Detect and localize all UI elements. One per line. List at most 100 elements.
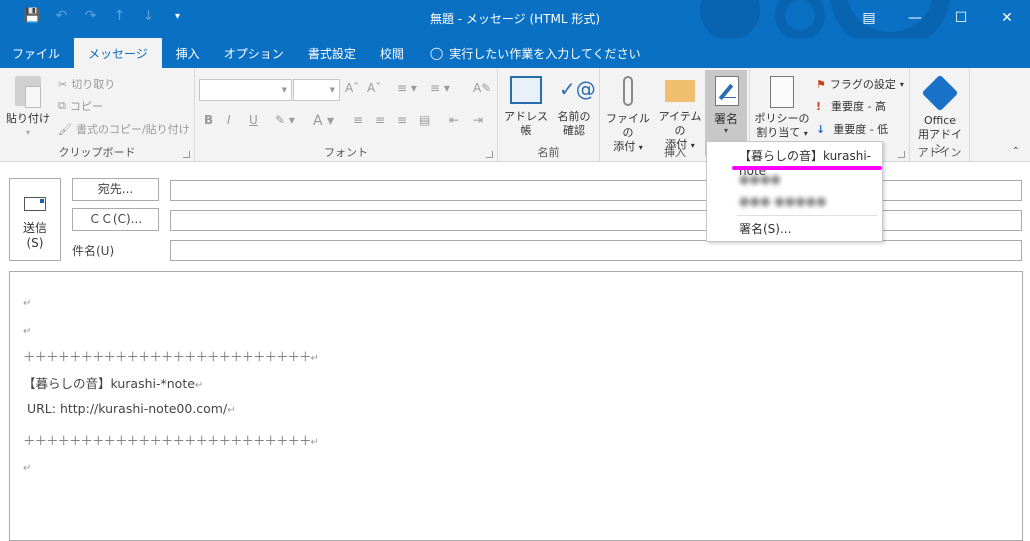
tab-format[interactable]: 書式設定 [296, 38, 368, 68]
paintbrush-icon: 🖌 [58, 122, 72, 136]
italic-icon[interactable]: I [227, 113, 231, 127]
cut-label: 切り取り [71, 78, 116, 91]
body-line: ↵ [23, 294, 31, 309]
return-mark: ↵ [310, 437, 319, 448]
close-icon[interactable]: ✕ [984, 0, 1030, 36]
office-addins-icon [921, 74, 959, 112]
tab-review[interactable]: 校閲 [368, 38, 416, 68]
scissors-icon: ✂ [58, 77, 68, 91]
lightbulb-icon: ◯ [429, 46, 444, 60]
body-line: URL: http://kurashi-note00.com/↵ [23, 401, 236, 416]
to-button[interactable]: 宛先... [72, 178, 159, 201]
tab-insert[interactable]: 挿入 [164, 38, 212, 68]
underline-icon[interactable]: U [249, 113, 258, 127]
title-bar: 💾 ↶ ↷ ↑ ↓ ▾ 無題 - メッセージ (HTML 形式) ▤ — ☐ ✕ [0, 0, 1030, 38]
cut-button[interactable]: ✂ 切り取り [58, 76, 115, 92]
paperclip-icon [623, 76, 633, 106]
subject-input[interactable] [170, 240, 1022, 261]
signature-menu-item-redacted[interactable]: ●●●● [739, 172, 781, 186]
high-importance-button[interactable]: ! 重要度 - 高 [816, 98, 886, 114]
send-envelope-icon [24, 197, 46, 211]
window-controls: ▤ — ☐ ✕ [846, 0, 1030, 36]
signature-menu: 【暮らしの音】kurashi-note ●●●● ●●● ●●●●● 署名(S)… [706, 141, 883, 242]
increase-indent-icon[interactable]: ⇥ [473, 113, 483, 127]
align-left-icon[interactable]: ≡ [353, 113, 363, 127]
format-painter-label: 書式のコピー/貼り付け [75, 123, 190, 136]
check-names-button[interactable]: ✓@ 名前の 確認 [552, 72, 596, 138]
signature-menu-item-redacted[interactable]: ●●● ●●●●● [739, 194, 827, 208]
highlight-icon[interactable]: ✎ ▾ [275, 113, 295, 127]
send-label: 送信 [22, 221, 47, 235]
bold-icon[interactable]: B [204, 113, 213, 127]
group-clipboard: 貼り付け ▾ ✂ 切り取り ⧉ コピー 🖌 書式のコピー/貼り付け クリップボード [0, 68, 195, 162]
copy-icon: ⧉ [58, 99, 66, 112]
chevron-down-icon: ▾ [25, 128, 30, 137]
policy-icon [770, 76, 794, 108]
cc-button[interactable]: ＣＣ(C)... [72, 208, 159, 231]
to-input[interactable] [170, 180, 1022, 201]
group-names: アドレス帳 ✓@ 名前の 確認 名前 [498, 68, 600, 162]
align-right-icon[interactable]: ≡ [397, 113, 407, 127]
clear-formatting-icon[interactable]: A✎ [473, 81, 491, 95]
chevron-down-icon: ▼ [281, 86, 287, 94]
return-mark: ↵ [23, 463, 32, 474]
check-names-label-1: 名前の [557, 110, 591, 123]
attach-file-label-1: ファイルの [606, 112, 650, 139]
attach-item-label-1: アイテムの [658, 110, 702, 137]
low-importance-label: 重要度 - 低 [833, 123, 889, 136]
attach-file-button[interactable]: ファイルの 添付 ▾ [602, 72, 654, 155]
tab-file[interactable]: ファイル [0, 38, 72, 68]
chevron-down-icon: ▼ [329, 86, 335, 94]
body-line: ↵ [23, 459, 31, 474]
group-label-names: 名前 [537, 146, 560, 159]
assign-policy-button[interactable]: ポリシーの 割り当て ▾ [754, 72, 810, 141]
ribbon-display-options-icon[interactable]: ▤ [846, 0, 892, 36]
tab-options[interactable]: オプション [212, 38, 296, 68]
numbering-icon[interactable]: ≡ ▾ [430, 81, 450, 95]
tell-me-placeholder: 実行したい作業を入力してください [449, 46, 641, 61]
menu-separator [737, 215, 878, 216]
bullets-icon[interactable]: ≡ ▾ [397, 81, 417, 95]
address-book-label: アドレス帳 [504, 110, 548, 137]
message-body[interactable]: ↵ ↵ ＋＋＋＋＋＋＋＋＋＋＋＋＋＋＋＋＋＋＋＋＋＋＋＋＋↵ 【暮らしの音】ku… [9, 271, 1023, 541]
grow-font-icon[interactable]: Aˆ [345, 81, 359, 95]
paste-label: 貼り付け [6, 112, 50, 125]
attach-item-button[interactable]: アイテムの 添付 ▾ [654, 72, 706, 153]
maximize-icon[interactable]: ☐ [938, 0, 984, 36]
tab-message[interactable]: メッセージ [74, 38, 162, 68]
collapse-ribbon-icon[interactable]: ⌃ [1012, 146, 1020, 157]
return-mark: ↵ [23, 326, 32, 337]
send-button[interactable]: 送信 (S) [9, 178, 61, 261]
policy-label-1: ポリシーの [754, 112, 810, 125]
font-color-icon[interactable]: A ▾ [313, 113, 334, 129]
group-label-font: フォント [324, 146, 368, 159]
copy-button[interactable]: ⧉ コピー [58, 98, 103, 114]
format-painter-button[interactable]: 🖌 書式のコピー/貼り付け [58, 121, 190, 137]
office-addins-label-1: Office [923, 114, 957, 127]
dialog-launcher-icon[interactable] [183, 151, 190, 158]
signature-label: 署名 [713, 112, 738, 126]
policy-label-2: 割り当て ▾ [756, 126, 808, 139]
signatures-settings-item[interactable]: 署名(S)... [739, 220, 791, 237]
paste-button[interactable]: 貼り付け ▾ [6, 72, 50, 140]
highlight-underline [732, 166, 882, 170]
chevron-down-icon: ▾ [723, 126, 728, 135]
shrink-font-icon[interactable]: Aˇ [367, 81, 381, 95]
minimize-icon[interactable]: — [892, 0, 938, 36]
dialog-launcher-icon[interactable] [486, 151, 493, 158]
justify-icon[interactable]: ▤ [419, 113, 430, 127]
low-importance-button[interactable]: ↓ 重要度 - 低 [816, 121, 888, 137]
signature-icon [715, 76, 739, 106]
high-importance-label: 重要度 - 高 [831, 100, 886, 113]
tell-me-box[interactable]: ◯ 実行したい作業を入力してください [416, 38, 641, 68]
address-book-button[interactable]: アドレス帳 [502, 72, 550, 138]
return-mark: ↵ [194, 380, 204, 391]
ribbon-tabs: ファイル メッセージ 挿入 オプション 書式設定 校閲 ◯ 実行したい作業を入力… [0, 38, 1030, 68]
cc-input[interactable] [170, 210, 1022, 231]
dialog-launcher-icon[interactable] [898, 151, 905, 158]
align-center-icon[interactable]: ≡ [375, 113, 385, 127]
font-name-combo[interactable]: ▼ [199, 79, 292, 101]
decrease-indent-icon[interactable]: ⇤ [449, 113, 459, 127]
font-size-combo[interactable]: ▼ [293, 79, 340, 101]
flag-button[interactable]: ⚑ フラグの設定 ▾ [816, 76, 904, 92]
